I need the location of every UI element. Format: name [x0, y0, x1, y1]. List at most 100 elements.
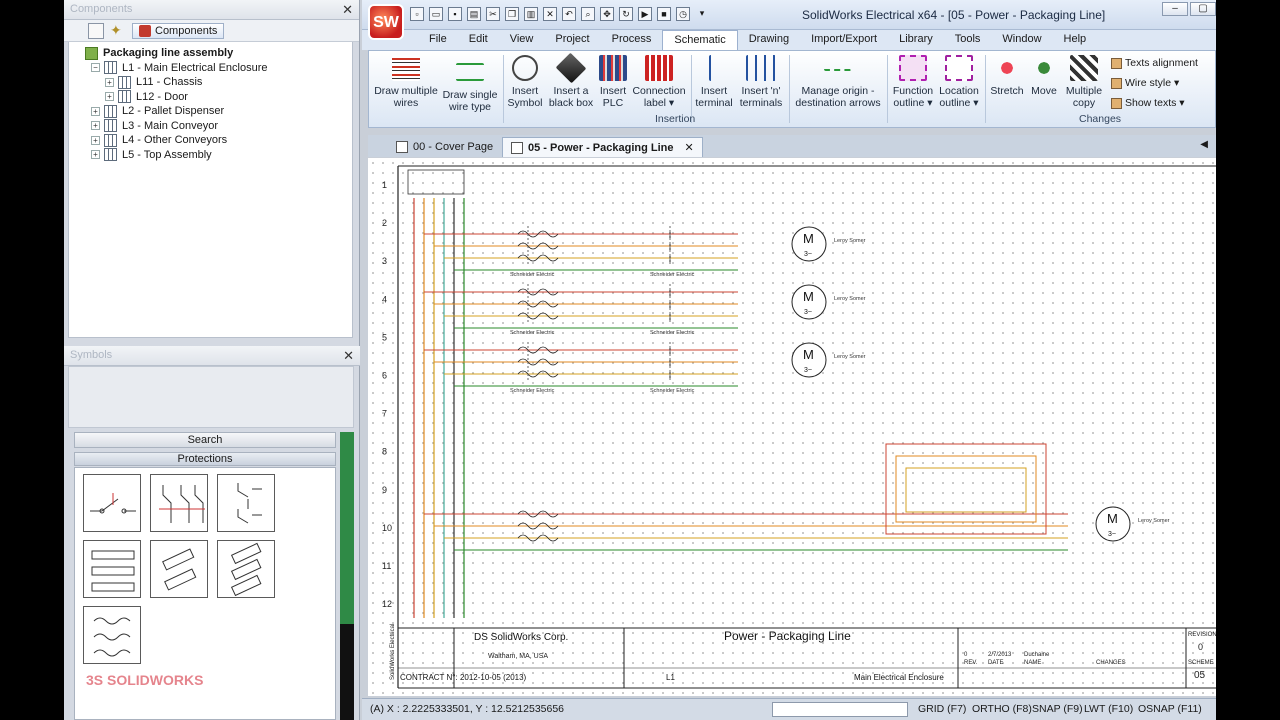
- menu-schematic[interactable]: Schematic: [662, 30, 738, 50]
- print-icon[interactable]: ▤: [467, 7, 481, 21]
- star-icon[interactable]: ✦: [110, 23, 126, 39]
- expand-icon[interactable]: +: [91, 150, 100, 160]
- company-name: DS SolidWorks Corp.: [474, 632, 568, 643]
- refresh-icon[interactable]: ↻: [619, 7, 633, 21]
- menu-importexport[interactable]: Import/Export: [800, 30, 888, 50]
- menu-file[interactable]: File: [418, 30, 458, 50]
- close-icon[interactable]: ✕: [343, 348, 354, 364]
- move-button[interactable]: Move: [1029, 55, 1059, 97]
- collapse-icon[interactable]: −: [91, 63, 100, 73]
- components-panel-title: Components ✕: [64, 0, 359, 20]
- tree-item[interactable]: + L3 - Main Conveyor: [69, 119, 352, 134]
- undo-icon[interactable]: ↶: [562, 7, 576, 21]
- stop-icon[interactable]: ■: [657, 7, 671, 21]
- symbols-scrollbar[interactable]: [340, 432, 354, 720]
- expand-icon[interactable]: +: [105, 77, 114, 87]
- symbol-fuse-2[interactable]: [150, 540, 208, 598]
- close-icon[interactable]: ✕: [342, 2, 353, 18]
- tree-item[interactable]: + L2 - Pallet Dispenser: [69, 104, 352, 119]
- location-outline-icon: [945, 55, 973, 81]
- insert-terminal-button[interactable]: Insert terminal: [695, 55, 733, 109]
- symbol-circuit-breaker-1[interactable]: [83, 474, 141, 532]
- draw-multiple-wires-button[interactable]: Draw multiple wires: [373, 55, 439, 109]
- menu-help[interactable]: Help: [1053, 30, 1098, 50]
- menu-view[interactable]: View: [499, 30, 545, 50]
- component-tool-icon[interactable]: [88, 22, 104, 39]
- tree-item[interactable]: − L1 - Main Electrical Enclosure: [69, 61, 352, 76]
- manage-origin-destination-button[interactable]: Manage origin - destination arrows: [793, 55, 883, 109]
- ribbon: Draw multiple wires Draw single wire typ…: [368, 50, 1216, 128]
- tree-item[interactable]: + L5 - Top Assembly: [69, 148, 352, 163]
- menu-window[interactable]: Window: [991, 30, 1052, 50]
- multiple-copy-button[interactable]: Multiple copy: [1063, 55, 1105, 109]
- schematic-canvas[interactable]: 1 2 3 4 5 6 7 8 9 10 11 12 M 3~ Schneider Electric Schn…: [368, 158, 1216, 696]
- scrollbar-thumb[interactable]: [340, 624, 354, 720]
- dropdown-icon[interactable]: ▾: [695, 7, 709, 21]
- search-button[interactable]: Search: [74, 432, 336, 448]
- expand-icon[interactable]: +: [105, 92, 114, 102]
- menu-library[interactable]: Library: [888, 30, 944, 50]
- app-logo[interactable]: SW: [368, 4, 404, 40]
- symbol-fuse-3[interactable]: [217, 540, 275, 598]
- stretch-button[interactable]: Stretch: [989, 55, 1025, 97]
- expand-icon[interactable]: +: [91, 106, 100, 116]
- ortho-toggle[interactable]: ORTHO (F8): [972, 703, 1032, 715]
- osnap-toggle[interactable]: OSNAP (F11): [1138, 703, 1202, 715]
- run-icon[interactable]: ▶: [638, 7, 652, 21]
- save-icon[interactable]: ▪: [448, 7, 462, 21]
- copy-icon[interactable]: ❐: [505, 7, 519, 21]
- symbol-circuit-breaker-2[interactable]: [150, 474, 208, 532]
- texts-alignment-button[interactable]: Texts alignment: [1111, 57, 1198, 69]
- show-texts-button[interactable]: Show texts ▾: [1111, 97, 1185, 109]
- connection-label-button[interactable]: Connection label ▾: [631, 55, 687, 109]
- protections-category[interactable]: Protections: [74, 452, 336, 466]
- function-outline-button[interactable]: Function outline ▾: [891, 55, 935, 109]
- tree-item[interactable]: + L12 - Door: [69, 90, 352, 105]
- tree-item[interactable]: + L4 - Other Conveyors: [69, 133, 352, 148]
- insert-n-terminals-button[interactable]: Insert 'n' terminals: [737, 55, 785, 109]
- multiple-wires-icon: [392, 55, 420, 81]
- menu-tools[interactable]: Tools: [944, 30, 992, 50]
- menu-drawing[interactable]: Drawing: [738, 30, 800, 50]
- tree-item[interactable]: Packaging line assembly: [69, 46, 352, 61]
- zoom-icon[interactable]: ⌕: [581, 7, 595, 21]
- components-button[interactable]: Components: [132, 22, 225, 39]
- tab-power-packaging-line[interactable]: 05 - Power - Packaging Line ✕: [502, 137, 703, 157]
- tree-item[interactable]: + L11 - Chassis: [69, 75, 352, 90]
- menu-edit[interactable]: Edit: [458, 30, 499, 50]
- symbol-fuse-1[interactable]: [83, 540, 141, 598]
- clock-icon[interactable]: ◷: [676, 7, 690, 21]
- pan-icon[interactable]: ✥: [600, 7, 614, 21]
- expand-icon[interactable]: +: [91, 121, 100, 131]
- menu-project[interactable]: Project: [544, 30, 600, 50]
- page-icon: [511, 141, 523, 154]
- insert-plc-button[interactable]: Insert PLC: [597, 55, 629, 109]
- delete-icon[interactable]: ✕: [543, 7, 557, 21]
- paste-icon[interactable]: ▥: [524, 7, 538, 21]
- minimize-icon[interactable]: –: [1162, 2, 1188, 16]
- grid-toggle[interactable]: GRID (F7): [918, 703, 966, 715]
- chevron-left-icon[interactable]: ◀: [1200, 139, 1208, 150]
- snap-toggle[interactable]: SNAP (F9): [1032, 703, 1083, 715]
- menu-process[interactable]: Process: [601, 30, 663, 50]
- components-tree: Packaging line assembly − L1 - Main Electr…: [68, 42, 353, 338]
- draw-single-wire-button[interactable]: Draw single wire type: [441, 55, 499, 113]
- symbol-circuit-breaker-3[interactable]: [217, 474, 275, 532]
- expand-icon[interactable]: +: [91, 135, 100, 145]
- row-number: 4: [382, 294, 387, 304]
- function-outline-label: Function outline ▾: [892, 85, 934, 109]
- wire-style-button[interactable]: Wire style ▾: [1111, 77, 1179, 89]
- close-icon[interactable]: ✕: [685, 141, 694, 154]
- lwt-toggle[interactable]: LWT (F10): [1084, 703, 1133, 715]
- maximize-icon[interactable]: ▢: [1190, 2, 1216, 16]
- insert-black-box-button[interactable]: Insert a black box: [547, 52, 595, 109]
- command-input[interactable]: [772, 702, 908, 717]
- contactor-label: Schneider Electric: [650, 272, 695, 278]
- insert-symbol-button[interactable]: Insert Symbol: [507, 55, 543, 109]
- motor-phase: 3~: [1108, 531, 1116, 538]
- open-icon[interactable]: ▭: [429, 7, 443, 21]
- symbol-thermal-relay[interactable]: [83, 606, 141, 664]
- location-outline-button[interactable]: Location outline ▾: [937, 55, 981, 109]
- new-icon[interactable]: ▫: [410, 7, 424, 21]
- cut-icon[interactable]: ✂: [486, 7, 500, 21]
